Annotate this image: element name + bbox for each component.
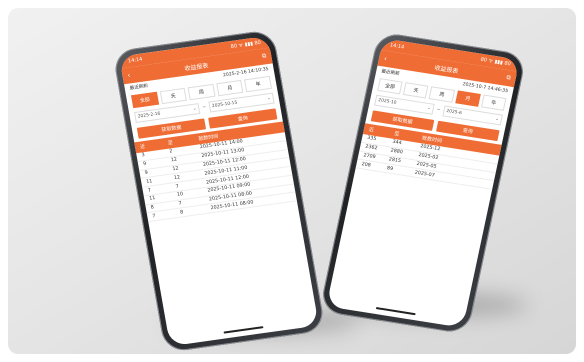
- table-cell: 208: [361, 161, 372, 169]
- tab-week[interactable]: 周: [187, 83, 216, 101]
- tab-all[interactable]: 全部: [131, 91, 159, 109]
- tab-year[interactable]: 年: [480, 94, 507, 111]
- tab-week[interactable]: 周: [428, 86, 455, 103]
- phone-right: 14:14 80 ᯤ ▮▮▮ 80 ‹ 收益报表 ⧉ 最近刷新 2025-10-…: [319, 31, 527, 335]
- chevron-down-icon: ⌄: [426, 105, 432, 112]
- tab-day[interactable]: 天: [403, 82, 429, 99]
- summary-label: 最近刷新: [129, 83, 149, 92]
- tab-month[interactable]: 月: [216, 79, 244, 97]
- share-icon[interactable]: ⧉: [261, 52, 267, 60]
- tab-year[interactable]: 年: [244, 75, 273, 93]
- date-separator: ~: [202, 105, 207, 111]
- chevron-down-icon: ⌄: [192, 106, 197, 112]
- share-icon[interactable]: ⧉: [506, 74, 512, 82]
- chevron-down-icon: ⌄: [494, 116, 500, 123]
- tab-month[interactable]: 月: [454, 90, 481, 107]
- status-time: 14:14: [389, 42, 405, 51]
- date-from-value: 2025-10: [377, 98, 397, 106]
- date-to-value: 2025-6: [445, 108, 463, 117]
- phone-left: 14:14 80 ᯤ ▮▮▮ 80 ‹ 收益报表 ⧉ 最近刷新 2025-2-1…: [112, 29, 326, 353]
- tab-day[interactable]: 天: [159, 87, 188, 105]
- status-time: 14:14: [127, 56, 143, 65]
- date-separator: ~: [436, 107, 441, 113]
- home-indicator[interactable]: [223, 326, 264, 334]
- date-from-value: 2025-2-16: [137, 111, 161, 120]
- table-cell: 8: [179, 210, 184, 216]
- table-cell: 89: [386, 165, 394, 172]
- date-to-value: 2025-10-15: [211, 100, 238, 110]
- tab-all[interactable]: 全部: [377, 78, 403, 95]
- phone-left-screen: 14:14 80 ᯤ ▮▮▮ 80 ‹ 收益报表 ⧉ 最近刷新 2025-2-1…: [119, 35, 319, 347]
- background-card: 14:14 80 ᯤ ▮▮▮ 80 ‹ 收益报表 ⧉ 最近刷新 2025-2-1…: [8, 8, 576, 354]
- home-indicator[interactable]: [375, 307, 416, 316]
- table-cell: 7: [152, 213, 156, 220]
- chevron-down-icon: ⌄: [266, 95, 272, 102]
- phone-right-screen: 14:14 80 ᯤ ▮▮▮ 80 ‹ 收益报表 ⧉ 最近刷新 2025-10-…: [326, 38, 520, 328]
